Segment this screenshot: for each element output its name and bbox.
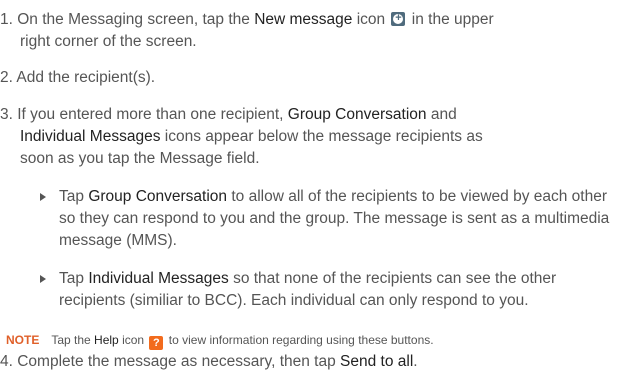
bullet-group-conversation: Tap Group Conversation to allow all of t… [40,186,625,252]
step-4: 4. Complete the message as necessary, th… [0,353,418,370]
bullet-individual-messages: Tap Individual Messages so that none of … [40,268,625,312]
new-message-icon [391,11,406,26]
bullet-arrow-icon [40,275,46,283]
help-icon: ? [149,336,164,350]
step-3: 3. If you entered more than one recipien… [0,106,483,167]
note-label: NOTE [6,333,40,347]
step-1: 1. On the Messaging screen, tap the New … [0,9,630,53]
bullet-arrow-icon [40,193,46,201]
note: NOTE Tap the Help icon ? to view informat… [6,333,434,350]
new-message-label: New message [254,11,353,28]
step-2: 2. Add the recipient(s). [0,69,156,86]
